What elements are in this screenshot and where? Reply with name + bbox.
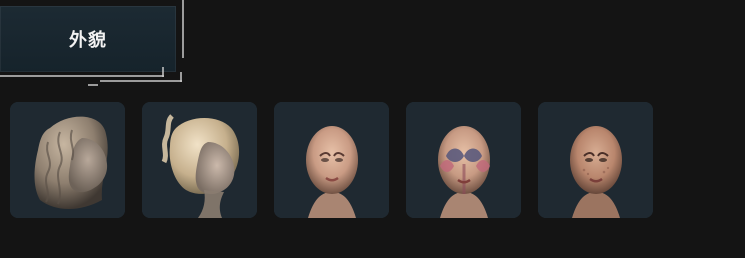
bald-face-icon [274, 102, 389, 218]
wavy-hair-icon [10, 102, 125, 218]
frame-line [88, 84, 98, 86]
frame-line [182, 0, 184, 58]
appearance-option-bald-face-2[interactable] [538, 102, 653, 218]
appearance-option-braided-hair[interactable] [142, 102, 257, 218]
face-paint-icon [406, 102, 521, 218]
frame-line [0, 75, 164, 77]
frame-line [162, 67, 164, 77]
frame-line [180, 72, 182, 82]
appearance-option-bald-face[interactable] [274, 102, 389, 218]
title-panel: 外貌 [0, 0, 190, 88]
bald-face-2-icon [538, 102, 653, 218]
page-title: 外貌 [69, 30, 107, 51]
appearance-screen: 外貌 [0, 0, 745, 258]
frame-line [100, 80, 182, 82]
appearance-option-face-paint[interactable] [406, 102, 521, 218]
appearance-options-row [10, 102, 653, 220]
appearance-option-wavy-hair[interactable] [10, 102, 125, 218]
braided-hair-icon [142, 102, 257, 218]
